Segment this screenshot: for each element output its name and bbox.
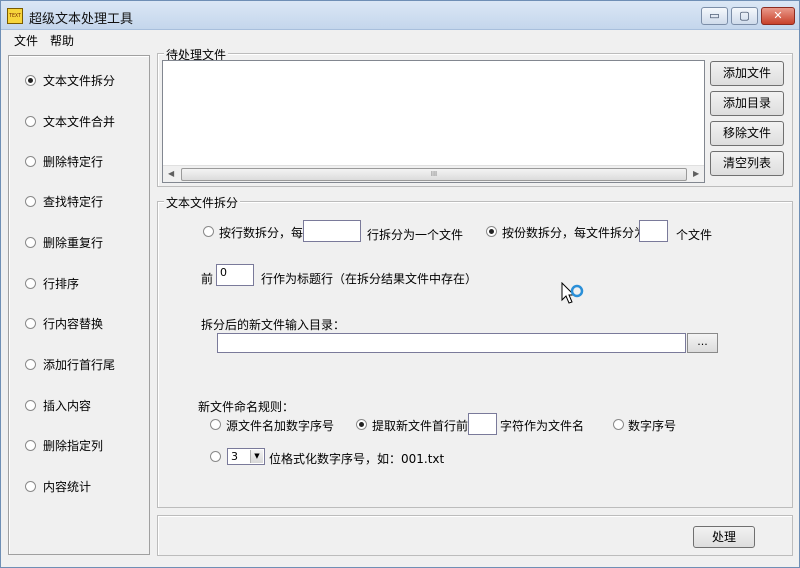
sidebar-item-delete-duplicates[interactable]: 删除重复行 [25,234,103,250]
split-by-lines-radio[interactable] [203,226,214,237]
radio-icon[interactable] [25,74,36,86]
sidebar-item-label: 添加行首行尾 [43,357,116,372]
naming-source-label: 源文件名加数字序号 [226,419,335,433]
sidebar-item-label: 行内容替换 [43,316,104,331]
app-window: TEXT 超级文本处理工具 ▭ ▢ ✕ 文件 帮助 文本文件拆分 文本文件合并 … [0,0,800,568]
maximize-button[interactable]: ▢ [731,7,758,25]
sidebar-item-replace[interactable]: 行内容替换 [25,315,103,331]
process-button[interactable]: 处理 [693,526,755,548]
radio-icon[interactable] [25,155,36,167]
group-title: 文本文件拆分 [164,194,241,211]
file-count-input[interactable] [639,220,668,242]
chevron-down-icon[interactable]: ▼ [250,450,263,463]
sidebar-item-label: 行排序 [43,276,80,291]
menu-help[interactable]: 帮助 [50,32,74,49]
radio-icon[interactable] [25,358,36,370]
output-dir-label: 拆分后的新文件输入目录： [201,318,346,332]
sidebar-item-find-lines[interactable]: 查找特定行 [25,193,103,209]
clear-list-button[interactable]: 清空列表 [710,151,784,176]
radio-icon[interactable] [25,277,36,289]
header-lines-prefix: 前 [201,272,214,286]
minimize-button[interactable]: ▭ [701,7,728,25]
title-bar[interactable]: TEXT 超级文本处理工具 ▭ ▢ ✕ [1,1,799,30]
split-by-count-suffix: 个文件 [676,228,713,242]
naming-rule-label: 新文件命名规则： [198,400,295,414]
scroll-right-icon[interactable]: ▶ [693,169,699,178]
menu-file[interactable]: 文件 [14,32,38,49]
sidebar-item-sort[interactable]: 行排序 [25,275,79,291]
first-line-chars-input[interactable] [468,413,497,435]
radio-icon[interactable] [25,480,36,492]
split-by-lines-label: 按行数拆分，每 [219,226,304,240]
output-dir-input[interactable] [217,333,686,353]
naming-formatted-label: 位格式化数字序号，如：001.txt [269,452,445,466]
remove-file-button[interactable]: 移除文件 [710,121,784,146]
app-icon: TEXT [7,8,23,24]
naming-formatted-radio[interactable] [210,451,221,462]
sidebar-item-label: 文本文件拆分 [43,73,116,88]
sidebar-item-label: 删除特定行 [43,154,104,169]
radio-icon[interactable] [25,236,36,248]
lines-per-file-input[interactable] [303,220,361,242]
split-by-count-radio[interactable] [486,226,497,237]
sidebar-item-merge[interactable]: 文本文件合并 [25,113,115,129]
radio-icon[interactable] [25,399,36,411]
radio-icon[interactable] [25,115,36,127]
sidebar-item-label: 查找特定行 [43,194,104,209]
digit-count-select[interactable]: 3 ▼ [227,448,265,465]
sidebar-item-label: 删除指定列 [43,438,104,453]
radio-icon[interactable] [25,439,36,451]
scroll-left-icon[interactable]: ◀ [168,169,174,178]
sidebar-item-label: 内容统计 [43,479,92,494]
radio-icon[interactable] [25,195,36,207]
scroll-thumb[interactable]: III [181,168,687,181]
sidebar-item-delete-lines[interactable]: 删除特定行 [25,153,103,169]
sidebar-item-add-prefix-suffix[interactable]: 添加行首行尾 [25,356,115,372]
close-button[interactable]: ✕ [761,7,795,25]
radio-icon[interactable] [25,317,36,329]
naming-first-line-radio[interactable] [356,419,367,430]
busy-cursor-icon [561,282,584,304]
sidebar-item-label: 文本文件合并 [43,114,116,129]
naming-first-line-label: 提取新文件首行前 [372,419,469,433]
naming-first-line-suffix: 字符作为文件名 [500,419,585,433]
browse-button[interactable]: ... [687,333,718,353]
menu-bar: 文件 帮助 [1,30,799,48]
sidebar-item-split[interactable]: 文本文件拆分 [25,72,115,88]
sidebar-item-statistics[interactable]: 内容统计 [25,478,91,494]
add-file-button[interactable]: 添加文件 [710,61,784,86]
sidebar-item-delete-columns[interactable]: 删除指定列 [25,437,103,453]
header-lines-input[interactable]: 0 [216,264,254,286]
digit-count-value: 3 [231,450,238,463]
window-title: 超级文本处理工具 [29,12,134,27]
header-lines-label: 行作为标题行（在拆分结果文件中存在） [261,272,478,286]
function-panel: 文本文件拆分 文本文件合并 删除特定行 查找特定行 删除重复行 行排序 行内容替… [8,55,150,555]
split-by-count-label: 按份数拆分，每文件拆分为 [502,226,647,240]
sidebar-item-label: 删除重复行 [43,235,104,250]
horizontal-scrollbar[interactable]: ◀ III ▶ [163,165,704,182]
naming-numeric-radio[interactable] [613,419,624,430]
split-by-lines-suffix: 行拆分为一个文件 [367,228,464,242]
naming-numeric-label: 数字序号 [628,419,677,433]
naming-source-radio[interactable] [210,419,221,430]
sidebar-item-label: 插入内容 [43,398,92,413]
add-directory-button[interactable]: 添加目录 [710,91,784,116]
sidebar-item-insert[interactable]: 插入内容 [25,397,91,413]
